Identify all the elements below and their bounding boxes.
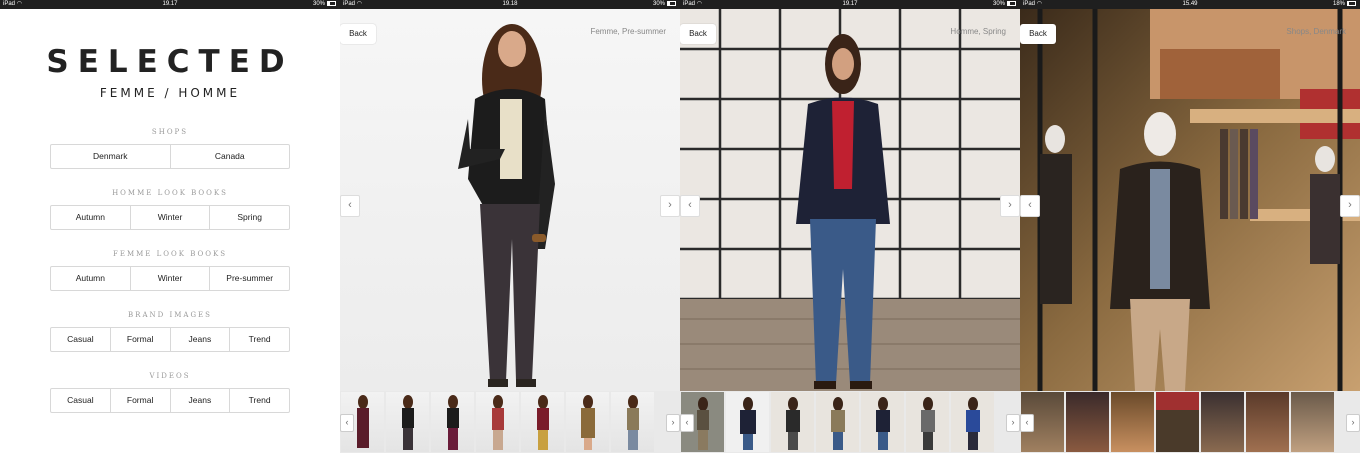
thumbnail[interactable] — [771, 392, 814, 452]
thumbnail-strip[interactable] — [680, 391, 1020, 453]
model-figure-image — [680, 9, 1020, 391]
section-title-femme-lookbooks: FEMME LOOK BOOKS — [113, 250, 227, 258]
shops-segmented-control: Denmark Canada — [50, 144, 290, 169]
status-time: 15.49 — [1182, 1, 1198, 7]
battery-icon — [667, 0, 676, 6]
battery-percent: 30% — [992, 1, 1005, 7]
thumbnail[interactable] — [611, 392, 654, 452]
shop-photo[interactable] — [1020, 9, 1360, 391]
prev-image-button[interactable]: ‹ — [1020, 195, 1040, 217]
femme-winter-button[interactable]: Winter — [129, 267, 210, 290]
brand-subtitle: FEMME / HOMME — [99, 86, 241, 100]
shop-denmark-button[interactable]: Denmark — [51, 145, 170, 168]
lookbook-photo[interactable] — [340, 9, 680, 391]
back-button[interactable]: Back — [680, 24, 716, 44]
video-trend-button[interactable]: Trend — [229, 389, 289, 412]
battery-percent: 30% — [312, 1, 325, 7]
gallery-caption: Shops, Denmark — [1286, 27, 1346, 36]
thumbnail[interactable] — [1201, 392, 1244, 452]
next-image-button[interactable]: › — [1340, 195, 1360, 217]
brand-trend-button[interactable]: Trend — [229, 328, 289, 351]
status-time: 19.18 — [502, 1, 518, 7]
thumbnail[interactable] — [906, 392, 949, 452]
femme-lookbooks-segmented-control: Autumn Winter Pre-summer — [50, 266, 290, 291]
back-button[interactable]: Back — [340, 24, 376, 44]
thumbnail[interactable] — [386, 392, 429, 452]
gallery-caption: Homme, Spring — [950, 27, 1006, 36]
homme-autumn-button[interactable]: Autumn — [51, 206, 130, 229]
section-title-shops: SHOPS — [151, 128, 189, 136]
section-title-videos: VIDEOS — [149, 372, 191, 380]
femme-presummer-button[interactable]: Pre-summer — [209, 267, 289, 290]
femme-gallery-screen: iPad ◠ 19.18 30% Back Femme, Pre-summer … — [340, 0, 680, 453]
status-time: 19.17 — [162, 1, 178, 7]
thumbnail[interactable] — [1066, 392, 1109, 452]
battery-percent: 30% — [652, 1, 665, 7]
section-title-brand-images: BRAND IMAGES — [128, 311, 212, 319]
main-menu-screen: iPad ◠ 19.17 30% SELECTED FEMME / HOMME … — [0, 0, 340, 453]
next-image-button[interactable]: › — [660, 195, 680, 217]
brand-casual-button[interactable]: Casual — [51, 328, 110, 351]
thumbnail[interactable] — [816, 392, 859, 452]
status-bar: iPad ◠ 19.17 30% — [680, 0, 1020, 9]
thumb-next-button[interactable]: › — [1346, 414, 1360, 432]
thumb-prev-button[interactable]: ‹ — [1020, 414, 1034, 432]
video-casual-button[interactable]: Casual — [51, 389, 110, 412]
homme-lookbooks-segmented-control: Autumn Winter Spring — [50, 205, 290, 230]
brand-formal-button[interactable]: Formal — [109, 328, 170, 351]
store-interior-image — [1037, 9, 1360, 391]
thumb-prev-button[interactable]: ‹ — [340, 414, 354, 432]
videos-segmented-control: Casual Formal Jeans Trend — [50, 388, 290, 413]
battery-icon — [1347, 0, 1356, 6]
video-formal-button[interactable]: Formal — [109, 389, 170, 412]
thumbnail[interactable] — [726, 392, 769, 452]
thumbnail[interactable] — [1156, 392, 1199, 452]
status-time: 19.17 — [842, 1, 858, 7]
status-bar: iPad ◠ 15.49 18% — [1020, 0, 1360, 9]
thumb-prev-button[interactable]: ‹ — [680, 414, 694, 432]
thumbnail-strip[interactable] — [340, 391, 680, 453]
model-figure-image — [458, 24, 555, 387]
thumbnail[interactable] — [476, 392, 519, 452]
thumbnail[interactable] — [1246, 392, 1289, 452]
next-image-button[interactable]: › — [1000, 195, 1020, 217]
homme-gallery-screen: iPad ◠ 19.17 30% Back Homme, Spring ‹ › … — [680, 0, 1020, 453]
thumb-next-button[interactable]: › — [1006, 414, 1020, 432]
battery-icon — [327, 0, 336, 6]
prev-image-button[interactable]: ‹ — [340, 195, 360, 217]
back-button[interactable]: Back — [1020, 24, 1056, 44]
status-bar: iPad ◠ 19.18 30% — [340, 0, 680, 9]
battery-percent: 18% — [1332, 1, 1345, 7]
thumbnail[interactable] — [521, 392, 564, 452]
status-bar: iPad ◠ 19.17 30% — [0, 0, 340, 9]
section-title-homme-lookbooks: HOMME LOOK BOOKS — [112, 189, 228, 197]
brand-jeans-button[interactable]: Jeans — [169, 328, 230, 351]
video-jeans-button[interactable]: Jeans — [169, 389, 230, 412]
battery-icon — [1007, 0, 1016, 6]
thumbnail-strip[interactable] — [1020, 391, 1360, 453]
thumbnail[interactable] — [1111, 392, 1154, 452]
thumbnail[interactable] — [431, 392, 474, 452]
prev-image-button[interactable]: ‹ — [680, 195, 700, 217]
gallery-caption: Femme, Pre-summer — [590, 27, 666, 36]
thumbnail[interactable] — [1291, 392, 1334, 452]
lookbook-photo[interactable] — [680, 9, 1020, 391]
homme-winter-button[interactable]: Winter — [129, 206, 210, 229]
thumbnail[interactable] — [861, 392, 904, 452]
thumbnail[interactable] — [951, 392, 994, 452]
femme-autumn-button[interactable]: Autumn — [51, 267, 130, 290]
thumbnail[interactable] — [566, 392, 609, 452]
shop-canada-button[interactable]: Canada — [169, 145, 290, 168]
thumb-next-button[interactable]: › — [666, 414, 680, 432]
brand-images-segmented-control: Casual Formal Jeans Trend — [50, 327, 290, 352]
brand-logo: SELECTED — [46, 44, 294, 80]
homme-spring-button[interactable]: Spring — [209, 206, 289, 229]
shop-gallery-screen: iPad ◠ 15.49 18% Back Shops, Denmark ‹ ›… — [1020, 0, 1360, 453]
